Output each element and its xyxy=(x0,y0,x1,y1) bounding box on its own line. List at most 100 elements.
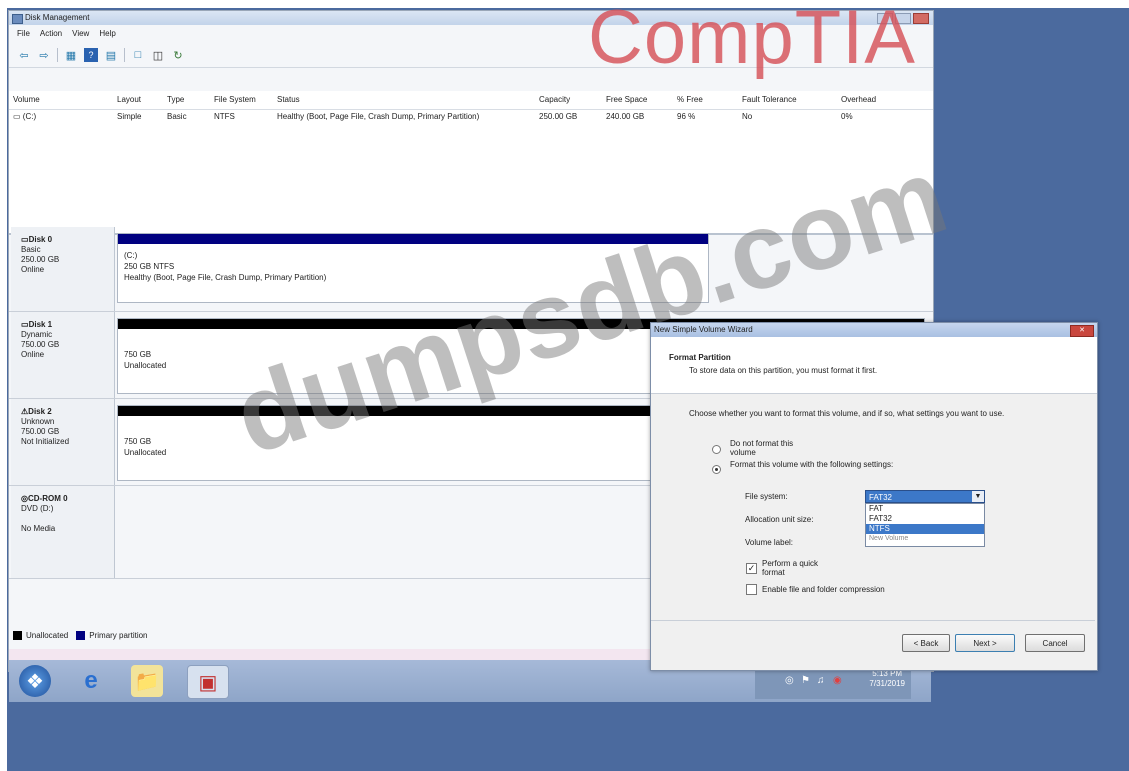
status-cell: Healthy (Boot, Page File, Crash Dump, Pr… xyxy=(277,112,480,121)
toolbar-separator xyxy=(124,48,125,62)
clock[interactable]: 5:13 PM 7/31/2019 xyxy=(869,669,905,689)
volume-label-label: Volume label: xyxy=(745,538,794,547)
disk-name: CD-ROM 0 xyxy=(27,494,68,503)
overhead-cell: 0% xyxy=(841,112,853,121)
unallocated-swatch xyxy=(13,631,22,640)
list-icon[interactable]: ▤ xyxy=(104,48,118,62)
wizard-divider xyxy=(651,620,1095,621)
drive-letter: DVD (D:) xyxy=(21,504,54,513)
chevron-down-icon[interactable]: ▼ xyxy=(972,491,984,502)
volume-cell: ▭ (C:) xyxy=(13,112,37,121)
disk-type: Dynamic xyxy=(21,330,53,339)
compression-checkbox[interactable] xyxy=(746,584,757,595)
disk-type: Basic xyxy=(21,245,41,254)
fs-cell: NTFS xyxy=(214,112,235,121)
disk-name: Disk 1 xyxy=(28,320,53,329)
clock-date: 7/31/2019 xyxy=(869,679,905,688)
refresh-icon[interactable]: ↻ xyxy=(171,48,185,62)
compression-label[interactable]: Enable file and folder compression xyxy=(762,585,885,594)
volume-icon[interactable]: ♫ xyxy=(817,675,825,686)
option-ntfs[interactable]: NTFS xyxy=(866,524,984,534)
wizard-header: Format Partition To store data on this p… xyxy=(651,337,1097,394)
disk-type: Unknown xyxy=(21,417,55,426)
col-file-system[interactable]: File System xyxy=(214,93,256,107)
legend-unallocated: Unallocated xyxy=(26,631,69,640)
window-title: Disk Management xyxy=(25,13,90,22)
col-capacity[interactable]: Capacity xyxy=(539,93,570,107)
next-button[interactable]: Next > xyxy=(955,634,1015,652)
properties-icon[interactable]: □ xyxy=(131,48,145,62)
table-row[interactable]: ▭ (C:) Simple Basic NTFS Healthy (Boot, … xyxy=(9,110,933,124)
back-arrow-icon[interactable]: ⇦ xyxy=(17,48,31,62)
volume-label-value: New Volume xyxy=(869,535,909,542)
type-cell: Basic xyxy=(167,112,187,121)
col-layout[interactable]: Layout xyxy=(117,93,141,107)
radio-format-label[interactable]: Format this volume with the following se… xyxy=(730,460,900,469)
cdrom-icon: ◎ xyxy=(21,494,28,503)
security-icon[interactable]: ◉ xyxy=(833,675,842,686)
menu-view[interactable]: View xyxy=(72,25,89,43)
disk-name: Disk 2 xyxy=(28,407,52,416)
option-fat[interactable]: FAT xyxy=(866,504,984,514)
comptia-watermark: CompTIA xyxy=(588,0,916,80)
col-free-space[interactable]: Free Space xyxy=(606,93,647,107)
forward-arrow-icon[interactable]: ⇨ xyxy=(37,48,51,62)
file-system-value: FAT32 xyxy=(869,493,892,502)
server-manager-icon[interactable]: ▣ xyxy=(187,665,229,699)
menu-action[interactable]: Action xyxy=(40,25,62,43)
col-status[interactable]: Status xyxy=(277,93,300,107)
disk-status: Online xyxy=(21,265,45,274)
wizard-prompt: Choose whether you want to format this v… xyxy=(689,409,1005,418)
volume-list-header: Volume Layout Type File System Status Ca… xyxy=(9,93,933,110)
help-icon[interactable]: ? xyxy=(84,48,98,62)
drive-icon: ▭ xyxy=(13,112,21,121)
allocation-unit-label: Allocation unit size: xyxy=(745,515,814,524)
option-fat32[interactable]: FAT32 xyxy=(866,514,984,524)
col-volume[interactable]: Volume xyxy=(13,93,40,107)
console-tree-icon[interactable]: ▦ xyxy=(64,48,78,62)
disk-size: 750.00 GB xyxy=(21,340,60,349)
pct-free-cell: 96 % xyxy=(677,112,696,121)
disk-size: 750.00 GB xyxy=(21,427,60,436)
disk-size: 250.00 GB xyxy=(21,255,60,264)
internet-explorer-icon[interactable]: e xyxy=(75,665,107,697)
media-status: No Media xyxy=(21,524,56,533)
free-space-cell: 240.00 GB xyxy=(606,112,645,121)
disk-icon: ▭ xyxy=(21,320,29,329)
quick-format-label[interactable]: Perform a quick format xyxy=(762,559,834,577)
col-type[interactable]: Type xyxy=(167,93,184,107)
disk-2-info[interactable]: ⚠Disk 2 Unknown 750.00 GB Not Initialize… xyxy=(11,399,115,485)
file-system-select[interactable]: FAT32 ▼ xyxy=(865,490,985,503)
toolbar-separator xyxy=(57,48,58,62)
network-icon[interactable]: ◎ xyxy=(785,675,794,686)
fault-cell: No xyxy=(742,112,753,121)
back-button[interactable]: < Back xyxy=(902,634,950,652)
disk-status: Online xyxy=(21,350,45,359)
flag-icon[interactable]: ⚑ xyxy=(801,675,810,686)
radio-do-not-format-label[interactable]: Do not format this volume xyxy=(730,439,820,457)
layout-cell: Simple xyxy=(117,112,142,121)
folder-check-icon[interactable]: ◫ xyxy=(151,48,165,62)
file-system-label: File system: xyxy=(745,492,788,501)
disk-1-info[interactable]: ▭Disk 1 Dynamic 750.00 GB Online xyxy=(11,312,115,398)
col-pct-free[interactable]: % Free xyxy=(677,93,703,107)
col-fault-tolerance[interactable]: Fault Tolerance xyxy=(742,93,797,107)
quick-format-checkbox[interactable]: ✓ xyxy=(746,563,757,574)
wizard-close-button[interactable]: ✕ xyxy=(1070,325,1094,337)
wizard-subheading: To store data on this partition, you mus… xyxy=(689,366,878,375)
file-system-dropdown: FAT FAT32 NTFS New Volume xyxy=(865,503,985,547)
radio-do-not-format[interactable] xyxy=(712,445,721,454)
menu-file[interactable]: File xyxy=(17,25,30,43)
capacity-cell: 250.00 GB xyxy=(539,112,578,121)
cancel-button[interactable]: Cancel xyxy=(1025,634,1085,652)
start-orb-icon[interactable]: ❖ xyxy=(19,665,51,697)
radio-format[interactable] xyxy=(712,465,721,474)
disk-icon: ▭ xyxy=(21,235,29,244)
disk-name: Disk 0 xyxy=(28,235,53,244)
cdrom-info[interactable]: ◎CD-ROM 0 DVD (D:) No Media xyxy=(11,486,115,578)
menu-help[interactable]: Help xyxy=(99,25,115,43)
file-explorer-icon[interactable]: 📁 xyxy=(131,665,163,697)
legend-primary: Primary partition xyxy=(89,631,148,640)
disk-0-info[interactable]: ▭Disk 0 Basic 250.00 GB Online xyxy=(11,227,115,311)
col-overhead[interactable]: Overhead xyxy=(841,93,876,107)
